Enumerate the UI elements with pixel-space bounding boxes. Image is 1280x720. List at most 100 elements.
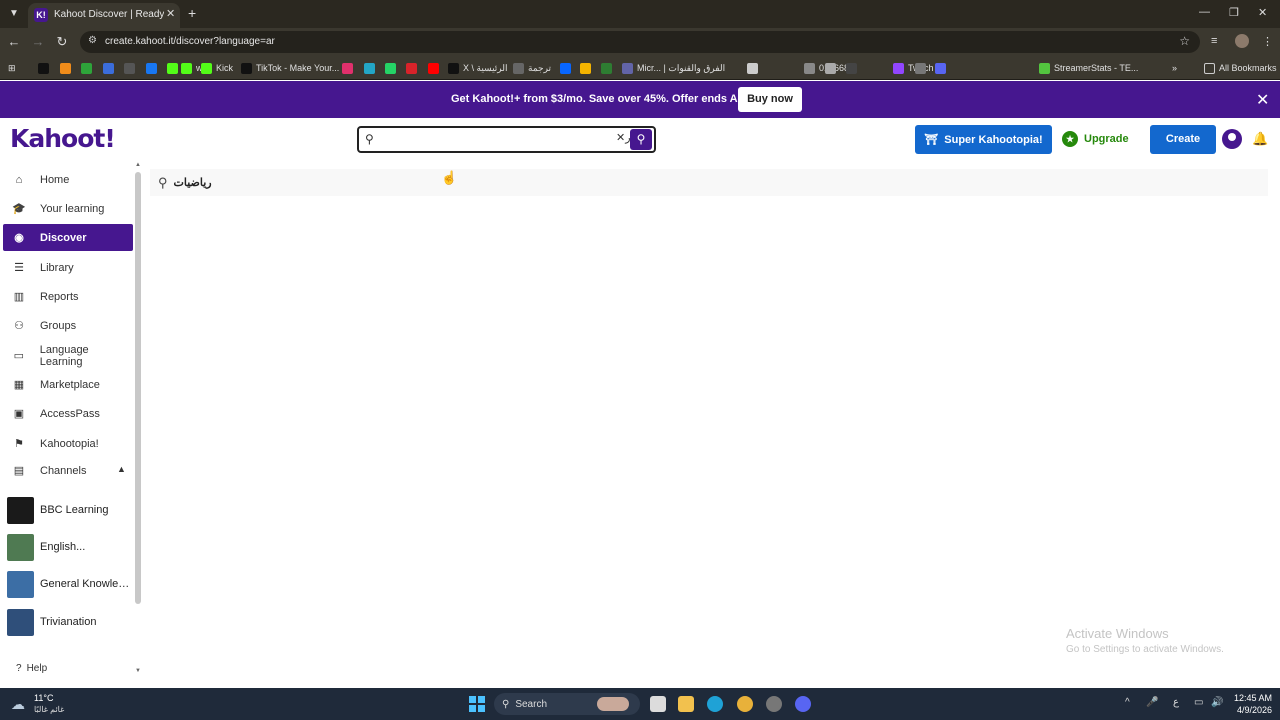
- restore-icon[interactable]: ❐: [1229, 6, 1239, 19]
- bookmark-item[interactable]: [915, 60, 930, 76]
- forward-icon[interactable]: →: [30, 34, 46, 49]
- channel-item[interactable]: English...: [7, 533, 132, 561]
- new-tab-icon[interactable]: +: [188, 5, 196, 21]
- kahoot-logo[interactable]: Kahoot!: [10, 124, 116, 153]
- weather-temp[interactable]: 11°C: [34, 693, 53, 703]
- bookmark-item[interactable]: [60, 60, 75, 76]
- search-input[interactable]: [381, 131, 611, 149]
- sidebar-item-groups[interactable]: ⚇ Groups: [3, 312, 133, 339]
- discord-icon[interactable]: [795, 696, 811, 712]
- user-avatar[interactable]: [1222, 129, 1242, 149]
- browser-tab[interactable]: K! Kahoot Discover | Ready-to-Use ✕: [28, 3, 180, 28]
- weather-desc[interactable]: غائم غالبًا: [34, 705, 64, 714]
- notification-bell-icon[interactable]: 🔔: [1252, 131, 1268, 147]
- sidebar-item-language-learning[interactable]: ▭ Language Learning: [3, 342, 133, 369]
- sidebar-item-your-learning[interactable]: 🎓 Your learning: [3, 195, 133, 222]
- microphone-icon[interactable]: 🎤: [1146, 697, 1158, 708]
- menu-icon[interactable]: ⋮: [1262, 35, 1273, 48]
- profile-avatar[interactable]: [1235, 34, 1249, 48]
- bookmark-item[interactable]: [385, 60, 400, 76]
- clock[interactable]: 12:45 AM 4/9/2026: [1234, 692, 1272, 716]
- bookmark-item[interactable]: [580, 60, 595, 76]
- search-suggestion[interactable]: ⚲ رياضيات: [150, 169, 1268, 196]
- display-icon[interactable]: ▭: [1194, 697, 1203, 708]
- sidebar-item-reports[interactable]: ▥ Reports: [3, 283, 133, 310]
- bookmark-item[interactable]: ترجمة: [513, 60, 551, 76]
- search-submit-button[interactable]: ⚲: [630, 129, 652, 150]
- channel-item[interactable]: Trivianation: [7, 608, 132, 636]
- bookmark-favicon-icon: [103, 62, 114, 74]
- app-icon[interactable]: [766, 696, 782, 712]
- reload-icon[interactable]: ↻: [54, 34, 70, 50]
- chrome-icon[interactable]: [737, 696, 753, 712]
- bookmark-item[interactable]: [935, 60, 950, 76]
- language-indicator[interactable]: ع: [1173, 697, 1179, 708]
- apps-icon[interactable]: ⊞: [8, 60, 16, 76]
- close-window-icon[interactable]: ✕: [1258, 6, 1267, 19]
- buy-now-button[interactable]: Buy now: [738, 87, 802, 112]
- bookmark-item[interactable]: [124, 60, 139, 76]
- edge-icon[interactable]: [707, 696, 723, 712]
- bookmark-item[interactable]: [342, 60, 357, 76]
- sidebar-item-home[interactable]: ⌂ Home: [3, 166, 133, 193]
- bookmark-star-icon[interactable]: ☆: [1179, 34, 1190, 48]
- bookmark-item[interactable]: [38, 60, 53, 76]
- sidebar-item-marketplace[interactable]: ▦ Marketplace: [3, 371, 133, 398]
- help-link[interactable]: ? Help: [16, 663, 47, 674]
- bookmark-item[interactable]: Micr... | الفرق والقنوات: [622, 60, 725, 76]
- super-kahootopia-button[interactable]: ⛩ Super Kahootopia!: [915, 125, 1052, 154]
- tab-search-icon[interactable]: ▼: [6, 6, 22, 22]
- file-explorer-icon[interactable]: [678, 696, 694, 712]
- site-info-icon[interactable]: ⚙: [88, 35, 97, 46]
- sidebar-item-library[interactable]: ☰ Library: [3, 254, 133, 281]
- bookmark-item[interactable]: Kick: [201, 60, 233, 76]
- bookmark-item[interactable]: [428, 60, 443, 76]
- bookmark-item[interactable]: [167, 60, 182, 76]
- more-bookmarks-icon[interactable]: »: [1172, 60, 1177, 76]
- sidebar-item-channels[interactable]: ▤ Channels: [3, 457, 133, 484]
- clear-search-icon[interactable]: ✕ر: [616, 131, 631, 144]
- search-box[interactable]: ⚲ ✕ر ⚲: [357, 126, 656, 153]
- channel-item[interactable]: General Knowled...: [7, 570, 132, 598]
- bookmark-item[interactable]: StreamerStats - TE...: [1039, 60, 1138, 76]
- bookmark-item[interactable]: [81, 60, 96, 76]
- minimize-icon[interactable]: —: [1199, 6, 1210, 18]
- scroll-down-icon[interactable]: ▼: [135, 668, 141, 674]
- close-banner-icon[interactable]: ✕: [1256, 90, 1269, 110]
- reading-list-icon[interactable]: ≡: [1211, 35, 1217, 47]
- bookmark-item[interactable]: [601, 60, 616, 76]
- omnibox[interactable]: ⚙ create.kahoot.it/discover?language=ar …: [80, 31, 1200, 53]
- create-button[interactable]: Create: [1150, 125, 1216, 154]
- bookmark-item[interactable]: [825, 60, 840, 76]
- channels-collapse-icon[interactable]: ▲: [117, 464, 126, 474]
- taskbar-search[interactable]: ⚲ Search: [494, 693, 640, 715]
- sidebar-item-kahootopia[interactable]: ⚑ Kahootopia!: [3, 430, 133, 457]
- scroll-up-icon[interactable]: ▲: [135, 162, 141, 168]
- url-text[interactable]: create.kahoot.it/discover?language=ar: [105, 36, 275, 47]
- sidebar-scroll-thumb[interactable]: [135, 172, 141, 604]
- bookmark-item[interactable]: [146, 60, 161, 76]
- tab-close-icon[interactable]: ✕: [166, 7, 175, 20]
- bookmark-item[interactable]: w: [181, 60, 203, 76]
- all-bookmarks[interactable]: All Bookmarks: [1204, 60, 1277, 76]
- task-view-icon[interactable]: [650, 696, 666, 712]
- back-icon[interactable]: ←: [6, 34, 22, 49]
- search-highlight-icon: [597, 697, 630, 711]
- bookmark-item[interactable]: [103, 60, 118, 76]
- weather-cloud-icon[interactable]: ☁: [11, 696, 25, 713]
- sidebar-item-accesspass[interactable]: ▣ AccessPass: [3, 400, 133, 427]
- bookmark-item[interactable]: [846, 60, 861, 76]
- volume-icon[interactable]: 🔊: [1211, 697, 1223, 708]
- bookmark-item[interactable]: TikTok - Make Your...: [241, 60, 339, 76]
- tray-overflow-icon[interactable]: ^: [1125, 697, 1130, 708]
- bookmark-item[interactable]: X \ الرئيسية: [448, 60, 508, 76]
- bookmark-item[interactable]: [747, 60, 762, 76]
- start-icon[interactable]: [469, 696, 485, 712]
- upgrade-button[interactable]: ★ Upgrade: [1062, 128, 1129, 150]
- bookmark-item[interactable]: [560, 60, 575, 76]
- bookmark-item[interactable]: [364, 60, 379, 76]
- tab-title: Kahoot Discover | Ready-to-Use: [54, 9, 164, 20]
- channel-item[interactable]: BBC Learning: [7, 496, 132, 524]
- sidebar-item-discover[interactable]: ◉ Discover: [3, 224, 133, 251]
- bookmark-item[interactable]: [406, 60, 421, 76]
